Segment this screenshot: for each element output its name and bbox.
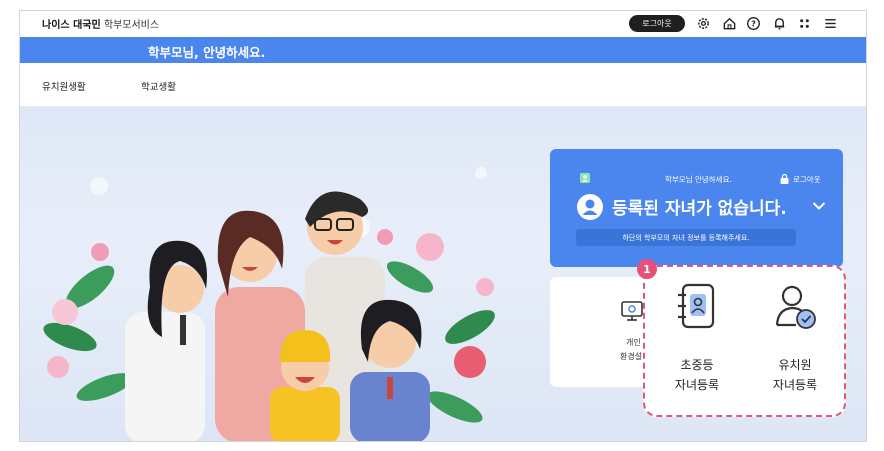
step-badge: 1: [637, 259, 657, 279]
profile-avatar-icon: [577, 194, 603, 220]
nav-item-kindergarten[interactable]: 유치원생활: [42, 79, 86, 93]
greeting-text: 학부모님, 안녕하세요.: [148, 45, 266, 60]
register-kindergarten-option[interactable]: 유치원 자녀등록: [745, 267, 845, 415]
register-kindergarten-line2: 자녀등록: [772, 378, 818, 392]
no-child-title: 등록된 자녀가 없습니다.: [612, 199, 787, 219]
help-icon[interactable]: ?: [745, 15, 761, 31]
card-greeting: 학부모님 안녕하세요.: [665, 175, 732, 184]
register-hint: 하단의 학부모의 자녀 정보를 등록해주세요.: [576, 229, 796, 246]
family-illustration: [43, 191, 495, 441]
child-info-card: 학부모님 안녕하세요. 로그아웃 등록된 자녀가 없습니다. 하단의 학부모의 …: [550, 149, 843, 267]
greeting-banner: 학부모님, 안녕하세요.: [20, 37, 866, 63]
menu-icon[interactable]: [822, 15, 838, 31]
nav-item-school[interactable]: 학교생활: [141, 79, 176, 93]
bell-icon[interactable]: [771, 15, 787, 31]
site-logo[interactable]: 나이스 대국민 학부모서비스: [42, 16, 159, 31]
top-bar: 나이스 대국민 학부모서비스 로그아웃 ?: [20, 11, 866, 37]
lock-icon: [780, 174, 789, 184]
register-k12-line1: 초중등: [680, 358, 714, 372]
browser-frame: 나이스 대국민 학부모서비스 로그아웃 ? 학부모님, 안녕하세요. 유치원생활…: [19, 10, 867, 442]
card-logout-link[interactable]: 로그아웃: [793, 174, 821, 185]
settings-label-1: 개인: [626, 338, 641, 347]
monitor-settings-icon: [621, 301, 643, 321]
svg-text:?: ?: [751, 19, 756, 28]
register-k12-option[interactable]: 초중등 자녀등록: [647, 267, 747, 415]
brand-subtitle: 학부모서비스: [103, 20, 160, 31]
logout-button[interactable]: 로그아웃: [629, 15, 685, 32]
register-k12-line2: 자녀등록: [674, 378, 720, 392]
chevron-down-icon[interactable]: [812, 201, 826, 211]
child-register-panel: 초중등 자녀등록 유치원 자녀등록: [643, 265, 846, 417]
user-check-icon: [775, 285, 816, 329]
home-icon[interactable]: [721, 15, 737, 31]
settings-label-2: 환경설: [620, 352, 643, 361]
brand-title: 나이스 대국민: [42, 20, 101, 31]
contact-book-icon: [678, 283, 715, 329]
apps-icon[interactable]: [796, 15, 812, 31]
register-kindergarten-line1: 유치원: [778, 358, 812, 372]
gear-icon[interactable]: [695, 15, 711, 31]
user-badge-icon: [580, 173, 590, 183]
main-nav: 유치원생활 학교생활: [20, 63, 866, 107]
